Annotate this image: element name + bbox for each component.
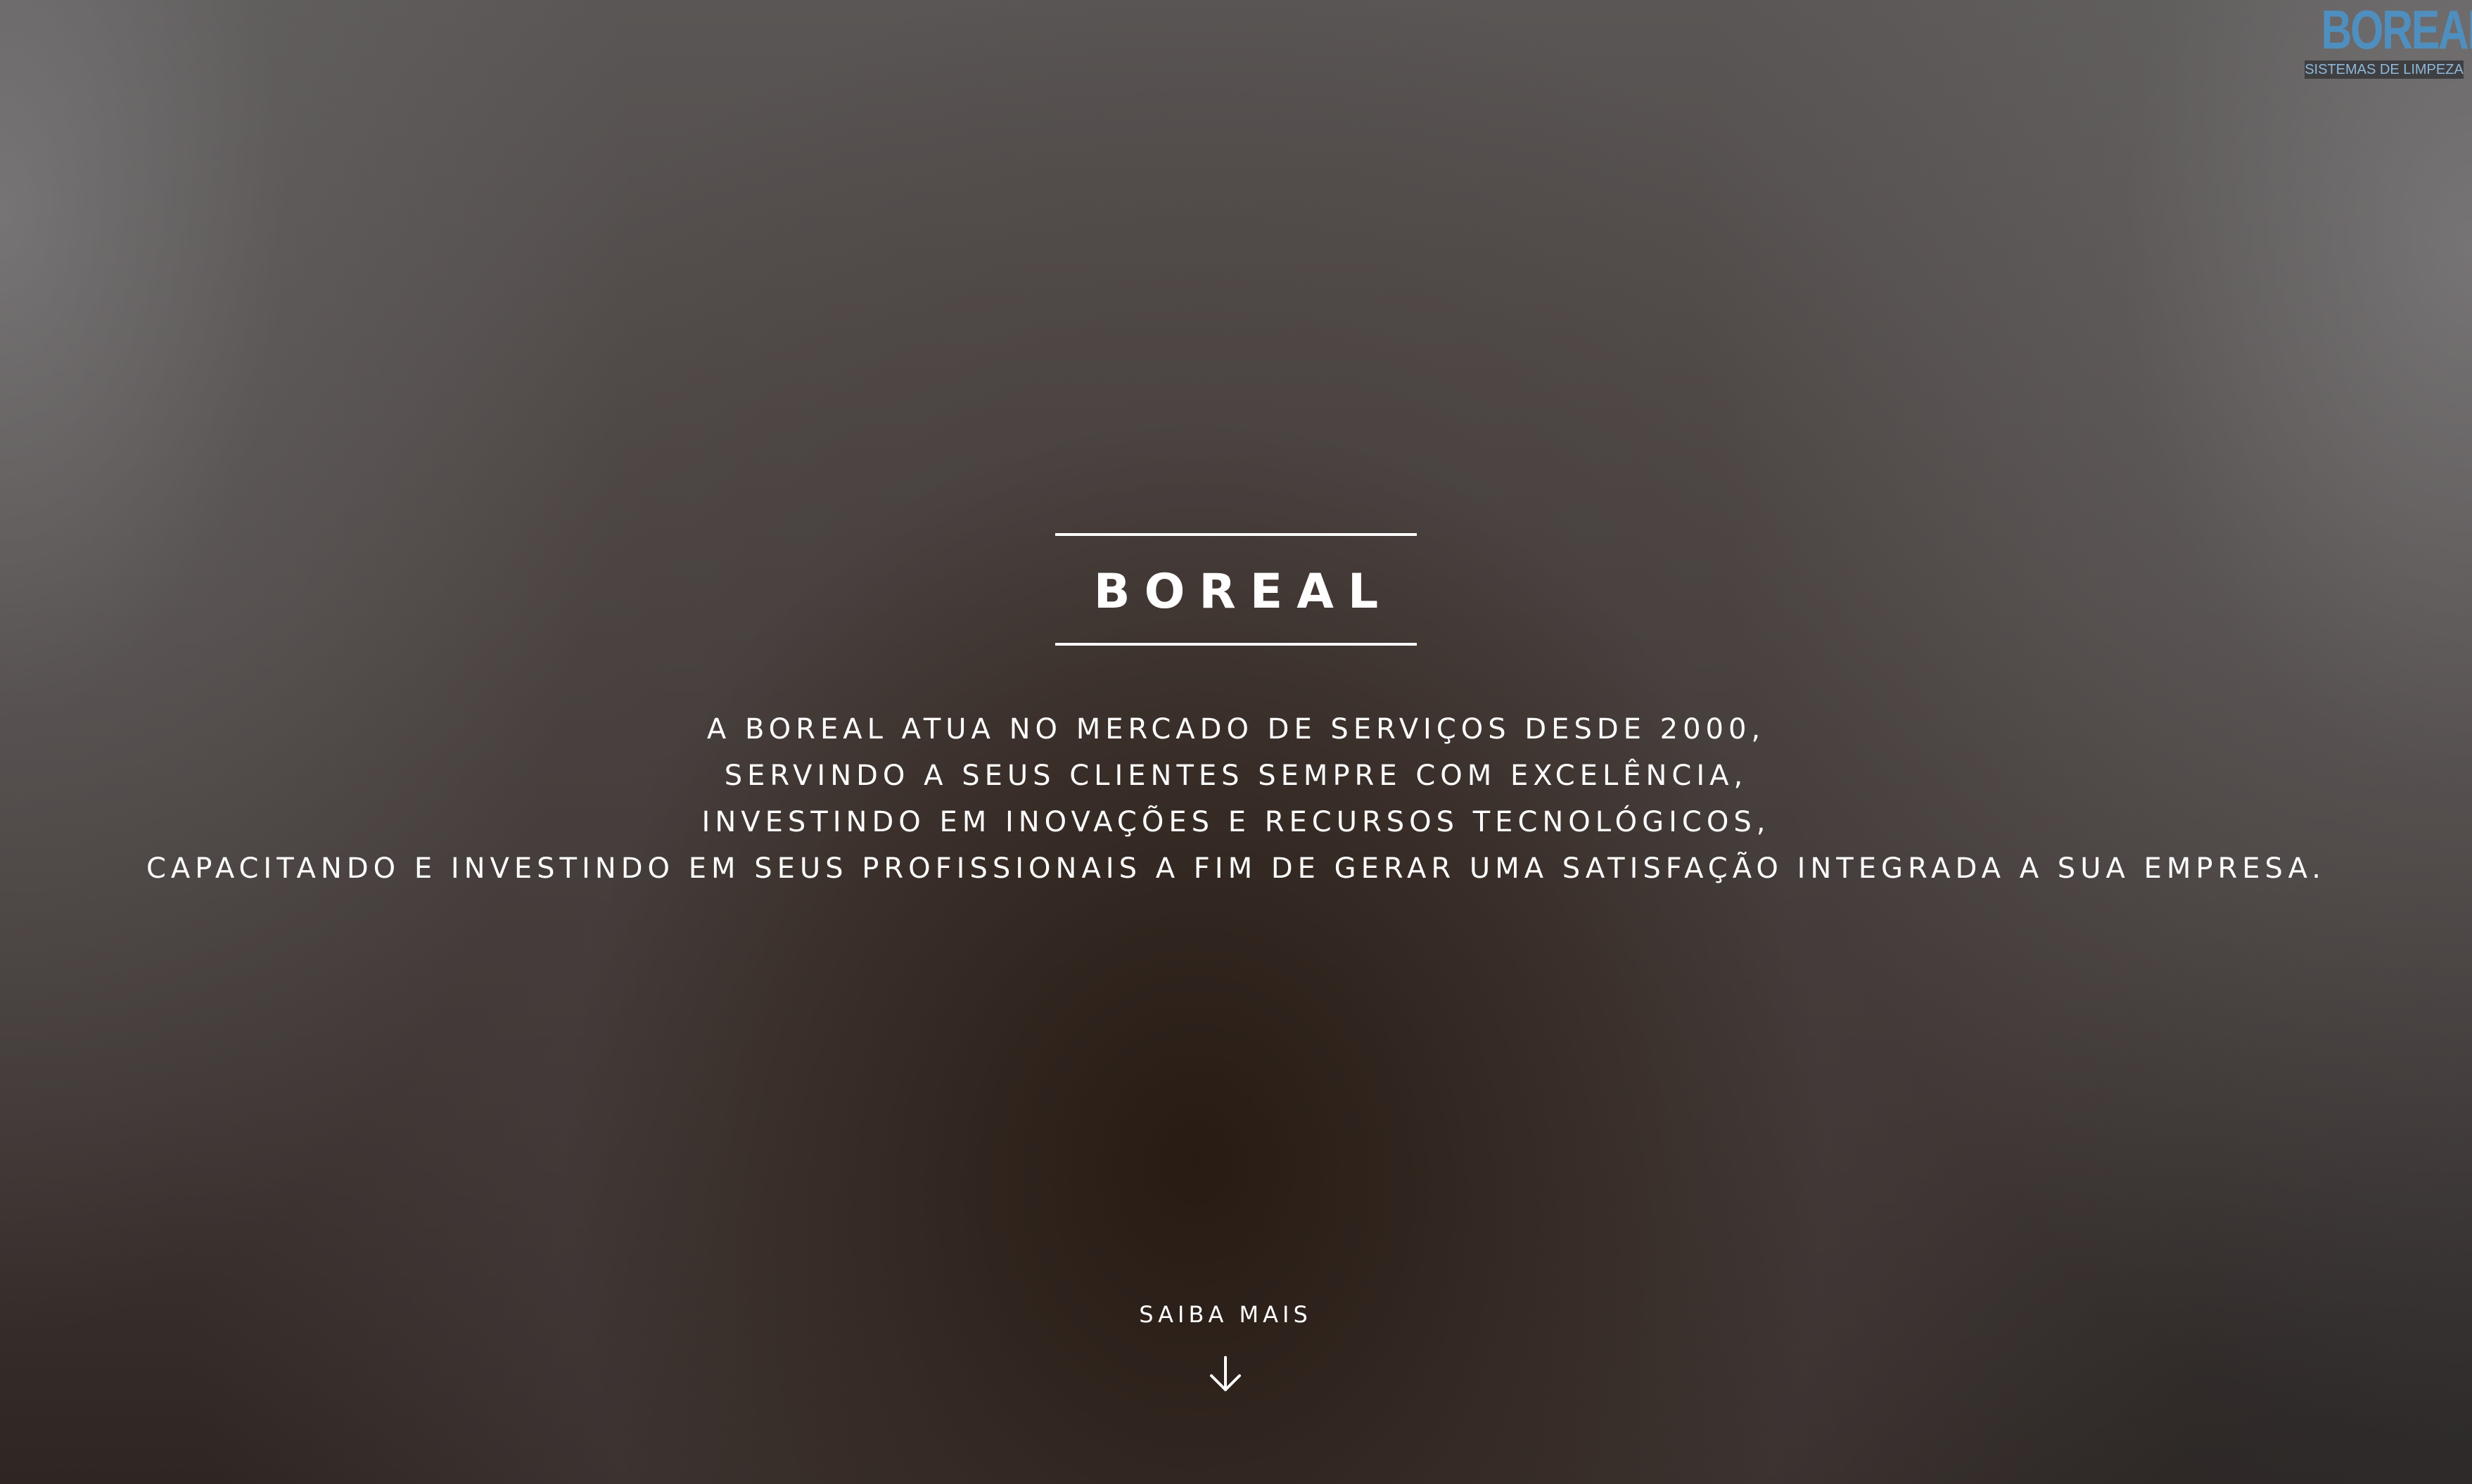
- hero-title-section: BOREAL: [0, 533, 2472, 648]
- description-line: CAPACITANDO E INVESTINDO EM SEUS PROFISS…: [146, 852, 2326, 885]
- arrow-down-icon[interactable]: [1204, 1353, 1247, 1395]
- description-line: A BOREAL ATUA NO MERCADO DE SERVIÇOS DES…: [706, 713, 1766, 746]
- logo-wordmark: BOREAL: [2321, 0, 2472, 60]
- description-line: SERVINDO A SEUS CLIENTES SEMPRE COM EXCE…: [724, 760, 1748, 792]
- hero-description: A BOREAL ATUA NO MERCADO DE SERVIÇOS DES…: [0, 706, 2472, 892]
- description-line: INVESTINDO EM INOVAÇÕES E RECURSOS TECNO…: [701, 806, 1771, 838]
- title-frame: BOREAL: [1055, 533, 1417, 646]
- saiba-mais-button[interactable]: SAIBA MAIS: [1085, 1297, 1366, 1402]
- logo-tagline: SISTEMAS DE LIMPEZA: [2305, 60, 2464, 79]
- page-title: BOREAL: [1093, 564, 1393, 620]
- saiba-mais-label: SAIBA MAIS: [1139, 1301, 1312, 1328]
- brand-logo[interactable]: BOREAL SISTEMAS DE LIMPEZA: [2303, 0, 2472, 80]
